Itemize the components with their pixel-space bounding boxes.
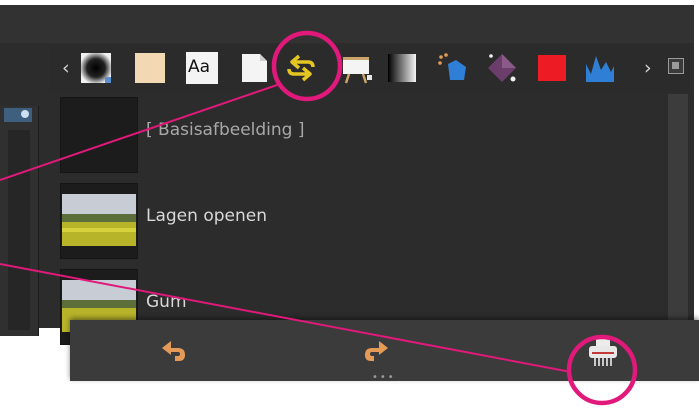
side-tab[interactable]	[4, 108, 32, 122]
gem-icon[interactable]	[486, 52, 518, 84]
history-list: [ Basisafbeelding ] Lagen openen Gum	[55, 92, 667, 345]
history-item[interactable]: Lagen openen	[55, 178, 667, 262]
history-action-bar: •••	[70, 320, 699, 383]
text-icon[interactable]: Aa	[186, 52, 218, 84]
page-icon[interactable]	[238, 52, 270, 84]
vignette-icon[interactable]	[80, 52, 112, 84]
side-panel-inner	[8, 130, 30, 330]
history-item[interactable]: [ Basisafbeelding ]	[55, 92, 667, 176]
history-thumbnail-empty	[60, 97, 138, 173]
gradient-icon[interactable]	[386, 52, 418, 84]
canvas-icon[interactable]	[340, 52, 372, 84]
redo-icon[interactable]	[360, 335, 392, 367]
panel-menu-button[interactable]	[668, 58, 684, 74]
panel-header-strip	[0, 5, 694, 43]
undo-icon[interactable]	[158, 335, 190, 367]
shape-icon[interactable]	[436, 52, 468, 84]
scroll-left-arrow[interactable]: ‹	[62, 55, 70, 81]
scroll-right-arrow[interactable]: ›	[644, 55, 652, 81]
chart-icon[interactable]	[584, 52, 616, 84]
history-item-label: Lagen openen	[146, 206, 267, 226]
tool-strip: ‹ Aa ›	[50, 45, 690, 91]
list-scrollbar[interactable]	[668, 94, 688, 326]
history-icon[interactable]	[285, 52, 317, 84]
shredder-icon[interactable]	[586, 335, 620, 369]
drag-handle-dots[interactable]: •••	[372, 373, 396, 383]
landscape-thumbnail	[60, 183, 138, 259]
text-icon-label: Aa	[188, 57, 211, 77]
side-panel-edge	[0, 106, 39, 336]
history-item-label: [ Basisafbeelding ]	[146, 120, 305, 140]
history-item-label: Gum	[146, 292, 187, 312]
red-swatch-icon[interactable]	[536, 52, 568, 84]
color-fill-icon[interactable]	[134, 52, 166, 84]
side-tab-dot	[21, 110, 29, 118]
